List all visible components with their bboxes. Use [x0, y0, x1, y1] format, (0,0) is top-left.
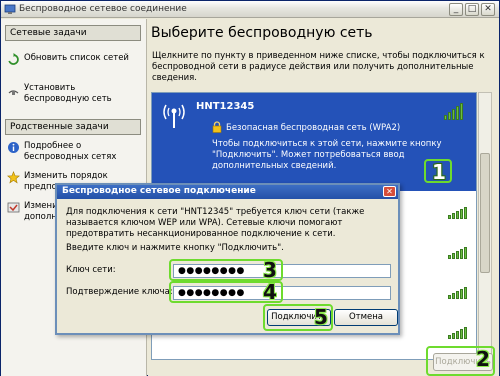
wireless-setup-icon — [8, 90, 19, 95]
confirm-key-input[interactable]: ●●●●●●●● — [173, 286, 391, 300]
setup-task-label: Установить беспроводную сеть — [24, 83, 112, 104]
signal-strength-icon — [444, 103, 463, 120]
signal-strength-icon — [448, 327, 467, 339]
network-security: Безопасная беспроводная сеть (WPA2) — [226, 123, 401, 133]
related-tasks-header: Родственные задачи — [5, 119, 141, 135]
step5-label: 5 — [314, 305, 328, 329]
maximize-button[interactable]: □ — [465, 3, 479, 16]
dialog-title-bar: Беспроводное сетевое подключение ✕ — [57, 185, 398, 199]
learn-task-label: Подробнее о беспроводных сетях — [24, 141, 117, 162]
step3-label: 3 — [263, 258, 277, 282]
window-title: Беспроводное сетевое соединение — [19, 4, 187, 14]
network-key-input[interactable]: ●●●●●●●● — [173, 264, 391, 278]
network-list-scrollbar[interactable] — [478, 92, 492, 360]
wireless-connection-window: Беспроводное сетевое соединение _ □ ✕ Се… — [0, 0, 500, 376]
network-tasks-header: Сетевые задачи — [5, 25, 141, 41]
step4-label: 4 — [263, 280, 277, 304]
confirm-key-label: Подтверждение ключа: — [66, 287, 173, 297]
lock-icon — [212, 121, 222, 133]
selected-network-item[interactable]: HNT12345 Безопасная беспроводная сеть (W… — [152, 93, 476, 191]
signal-strength-icon — [448, 287, 467, 299]
network-icon — [4, 4, 16, 14]
instructions-text: Щелкните по пункту в приведенном ниже сп… — [152, 51, 485, 83]
step2-label: 2 — [476, 347, 490, 371]
dialog-cancel-button[interactable]: Отмена — [334, 309, 398, 326]
dialog-instruction: Введите ключ и нажмите кнопку "Подключит… — [66, 243, 284, 253]
network-key-label: Ключ сети: — [66, 265, 116, 275]
network-name: HNT12345 — [196, 101, 255, 112]
network-key-dialog: Беспроводное сетевое подключение ✕ Для п… — [55, 183, 400, 335]
star-icon — [7, 171, 20, 184]
wireless-antenna-icon — [163, 104, 185, 128]
scrollbar-thumb[interactable] — [480, 153, 490, 273]
dialog-explanation: Для подключения к сети "HNT12345" требуе… — [66, 207, 365, 239]
settings-icon — [7, 202, 20, 213]
close-button[interactable]: ✕ — [481, 3, 495, 16]
minimize-button[interactable]: _ — [449, 3, 463, 16]
title-bar: Беспроводное сетевое соединение _ □ ✕ — [1, 1, 499, 18]
step1-label: 1 — [432, 160, 446, 184]
dialog-close-button[interactable]: ✕ — [383, 186, 396, 197]
refresh-icon — [8, 53, 19, 65]
dialog-title: Беспроводное сетевое подключение — [62, 186, 256, 196]
signal-strength-icon — [448, 247, 467, 259]
signal-strength-icon — [448, 207, 467, 219]
refresh-task-label: Обновить список сетей — [24, 53, 129, 63]
page-title: Выберите беспроводную сеть — [151, 25, 373, 41]
info-icon — [8, 142, 19, 153]
